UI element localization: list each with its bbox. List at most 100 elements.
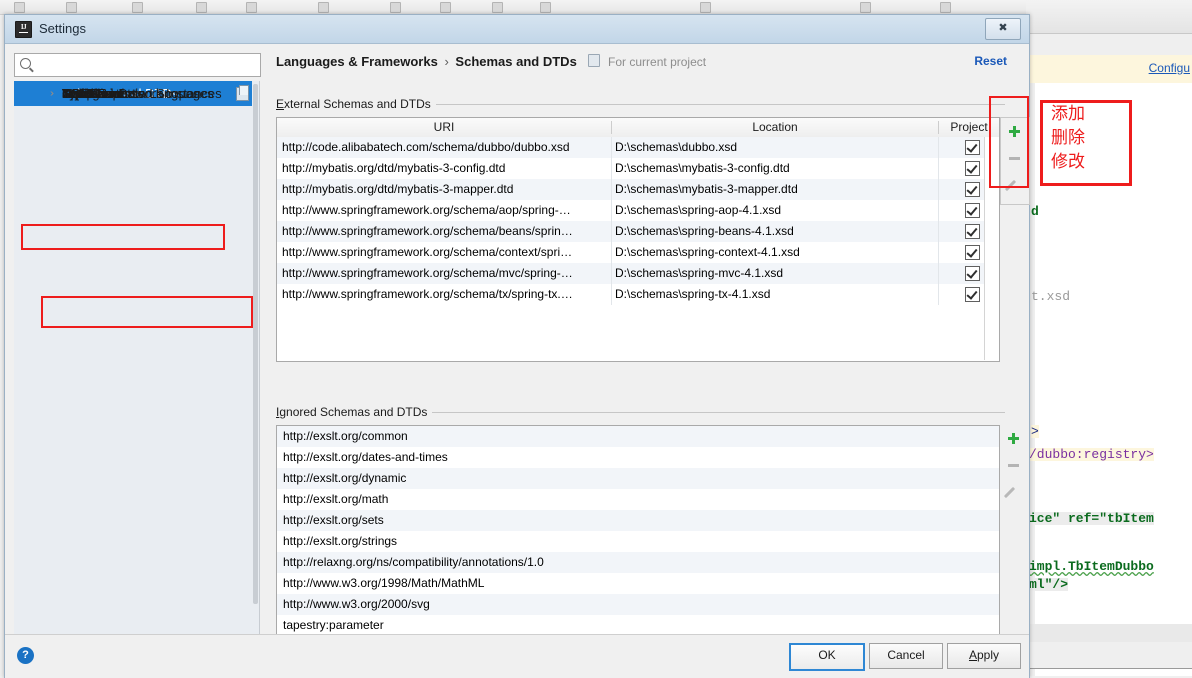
editor-notification-bar: Configu <box>1026 55 1192 84</box>
project-checkbox[interactable] <box>965 182 980 197</box>
cell-divider <box>938 179 939 200</box>
annotation-note-line: 修改 <box>1051 152 1085 172</box>
cell-uri: http://www.springframework.org/schema/ao… <box>282 203 571 217</box>
remove-ignored-button[interactable] <box>1000 453 1026 477</box>
list-item[interactable]: tapestry:parameter <box>277 615 999 636</box>
cell-divider <box>611 221 612 242</box>
toolbar-icon-2[interactable] <box>66 2 77 13</box>
cell-uri: http://www.springframework.org/schema/tx… <box>282 287 573 301</box>
dialog-title: Settings <box>39 21 86 36</box>
table-row[interactable]: http://mybatis.org/dtd/mybatis-3-mapper.… <box>277 179 999 200</box>
table-header: URI Location Project <box>277 118 999 138</box>
tree-scrollbar-thumb[interactable] <box>253 84 258 604</box>
cell-uri: http://www.springframework.org/schema/co… <box>282 245 573 259</box>
dialog-title-bar[interactable]: IJ Settings ✖ <box>5 15 1029 44</box>
reset-link[interactable]: Reset <box>974 54 1007 68</box>
mnemonic-letter: E <box>276 97 285 111</box>
toolbar-icon-7[interactable] <box>390 2 401 13</box>
settings-content-panel: Languages & Frameworks › Schemas and DTD… <box>267 44 1030 667</box>
annotation-note-line: 添加 <box>1051 104 1085 124</box>
sidebar-item-xslt[interactable]: XSLT <box>14 81 259 106</box>
project-checkbox[interactable] <box>965 287 980 302</box>
cell-uri: http://code.alibabatech.com/schema/dubbo… <box>282 140 570 154</box>
list-item[interactable]: http://exslt.org/dynamic <box>277 468 999 489</box>
project-checkbox[interactable] <box>965 224 980 239</box>
project-checkbox[interactable] <box>965 266 980 281</box>
search-box[interactable] <box>14 53 261 77</box>
cell-location: D:\schemas\spring-tx-4.1.xsd <box>615 287 771 301</box>
plus-icon <box>1008 433 1019 444</box>
help-icon[interactable]: ? <box>17 647 34 664</box>
table-row[interactable]: http://www.springframework.org/schema/tx… <box>277 284 999 305</box>
toolbar-icon-11[interactable] <box>700 2 711 13</box>
search-icon <box>20 58 31 69</box>
ide-toolbar-strip <box>0 0 1192 15</box>
column-header-uri[interactable]: URI <box>277 118 611 137</box>
cell-location: D:\schemas\mybatis-3-mapper.dtd <box>615 182 798 196</box>
apply-button[interactable]: Apply <box>947 643 1021 669</box>
cancel-button[interactable]: Cancel <box>869 643 943 669</box>
toolbar-icon-4[interactable] <box>196 2 207 13</box>
external-schemas-group-label: External Schemas and DTDs <box>276 97 436 111</box>
table-row[interactable]: http://www.springframework.org/schema/mv… <box>277 263 999 284</box>
cell-divider <box>611 179 612 200</box>
toolbar-icon-12[interactable] <box>860 2 871 13</box>
ide-run-configuration-bar: ↓ 011001 DubboTest ⌄ <box>1026 0 1192 34</box>
toolbar-icon-9[interactable] <box>492 2 503 13</box>
cell-divider <box>938 221 939 242</box>
breadcrumb-parent[interactable]: Languages & Frameworks <box>276 54 438 69</box>
cell-divider <box>611 284 612 305</box>
list-item[interactable]: http://exslt.org/sets <box>277 510 999 531</box>
add-ignored-button[interactable] <box>1000 427 1026 451</box>
edit-ignored-button[interactable] <box>1000 479 1026 503</box>
list-item[interactable]: http://exslt.org/dates-and-times <box>277 447 999 468</box>
search-input[interactable] <box>37 56 256 75</box>
table-row[interactable]: http://mybatis.org/dtd/mybatis-3-config.… <box>277 158 999 179</box>
configure-link[interactable]: Configu <box>1149 61 1190 75</box>
cell-location: D:\schemas\spring-mvc-4.1.xsd <box>615 266 784 280</box>
project-checkbox[interactable] <box>965 245 980 260</box>
dialog-footer: ? OK Cancel Apply <box>5 634 1029 678</box>
cell-location: D:\schemas\spring-aop-4.1.xsd <box>615 203 782 217</box>
table-row[interactable]: http://code.alibabatech.com/schema/dubbo… <box>277 137 999 158</box>
code-line: d <box>1031 204 1039 219</box>
ignored-schemas-list[interactable]: http://exslt.org/common http://exslt.org… <box>276 425 1000 667</box>
pencil-icon <box>1007 485 1020 498</box>
list-item[interactable]: http://exslt.org/math <box>277 489 999 510</box>
code-line: /dubbo:registry> <box>1029 447 1154 462</box>
list-item[interactable]: http://www.w3.org/2000/svg <box>277 594 999 615</box>
list-item[interactable]: http://exslt.org/strings <box>277 531 999 552</box>
dialog-body: › Appearance & Behavior Keymap › Editor … <box>5 44 1030 667</box>
intellij-idea-icon: IJ <box>15 21 32 38</box>
external-schemas-table[interactable]: URI Location Project http://code.alibaba… <box>276 117 1000 362</box>
toolbar-icon-6[interactable] <box>318 2 329 13</box>
apply-button-rest: pply <box>977 648 1000 662</box>
toolbar-icon-8[interactable] <box>440 2 451 13</box>
code-line: ice" ref="tbItem <box>1029 511 1154 526</box>
toolbar-icon-3[interactable] <box>132 2 143 13</box>
settings-tree[interactable]: › Appearance & Behavior Keymap › Editor … <box>14 81 260 664</box>
breadcrumb: Languages & Frameworks › Schemas and DTD… <box>276 54 706 69</box>
ignored-schemas-group-text: gnored Schemas and DTDs <box>279 405 428 419</box>
project-checkbox[interactable] <box>965 161 980 176</box>
table-row[interactable]: http://www.springframework.org/schema/ao… <box>277 200 999 221</box>
toolbar-icon-13[interactable] <box>940 2 951 13</box>
list-item[interactable]: http://relaxng.org/ns/compatibility/anno… <box>277 552 999 573</box>
close-icon[interactable]: ✖ <box>985 18 1021 40</box>
code-line: t.xsd <box>1031 289 1071 304</box>
list-item[interactable]: http://exslt.org/common <box>277 426 999 447</box>
table-row[interactable]: http://www.springframework.org/schema/be… <box>277 221 999 242</box>
cell-location: D:\schemas\spring-context-4.1.xsd <box>615 245 800 259</box>
code-line: > <box>1031 424 1039 439</box>
toolbar-icon-5[interactable] <box>246 2 257 13</box>
ok-button[interactable]: OK <box>789 643 865 671</box>
toolbar-icon-1[interactable] <box>14 2 25 13</box>
toolbar-icon-10[interactable] <box>540 2 551 13</box>
cell-divider <box>938 263 939 284</box>
ide-bottom-strip <box>1026 624 1192 642</box>
list-item[interactable]: http://www.w3.org/1998/Math/MathML <box>277 573 999 594</box>
table-row[interactable]: http://www.springframework.org/schema/co… <box>277 242 999 263</box>
project-checkbox[interactable] <box>965 140 980 155</box>
column-header-location[interactable]: Location <box>612 118 938 137</box>
project-checkbox[interactable] <box>965 203 980 218</box>
